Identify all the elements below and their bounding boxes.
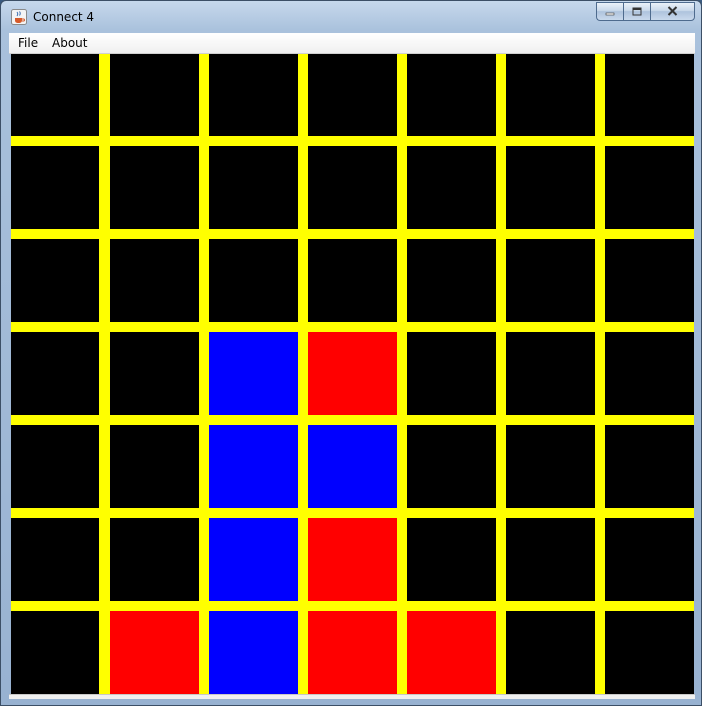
board-cell-empty[interactable] — [209, 146, 298, 229]
board-cell-red[interactable] — [110, 611, 199, 694]
board-cell-empty[interactable] — [110, 54, 199, 136]
board-cell-empty[interactable] — [506, 239, 595, 322]
board-cell-empty[interactable] — [110, 239, 199, 322]
app-window: Connect 4 File About — [0, 0, 702, 706]
board-cell-empty[interactable] — [110, 518, 199, 601]
caption-buttons — [596, 2, 695, 22]
board-cell-empty[interactable] — [407, 518, 496, 601]
board-cell-empty[interactable] — [407, 239, 496, 322]
board-cell-empty[interactable] — [308, 239, 397, 322]
board-cell-empty[interactable] — [209, 54, 298, 136]
board-cell-empty[interactable] — [506, 332, 595, 415]
board-cell-red[interactable] — [308, 518, 397, 601]
board-cell-empty[interactable] — [11, 239, 99, 322]
menu-bar: File About — [9, 33, 695, 54]
board-cell-empty[interactable] — [11, 425, 99, 508]
board-cell-empty[interactable] — [506, 518, 595, 601]
menu-about[interactable]: About — [52, 36, 87, 50]
board-cell-empty[interactable] — [11, 54, 99, 136]
board-cell-empty[interactable] — [11, 146, 99, 229]
board-cell-empty[interactable] — [11, 518, 99, 601]
board-cell-empty[interactable] — [506, 611, 595, 694]
board-cell-empty[interactable] — [407, 332, 496, 415]
close-icon — [667, 3, 678, 21]
title-bar[interactable]: Connect 4 — [1, 1, 701, 33]
board-cell-empty[interactable] — [209, 239, 298, 322]
board-cell-empty[interactable] — [506, 146, 595, 229]
board-cell-empty[interactable] — [605, 611, 694, 694]
board-cell-empty[interactable] — [110, 332, 199, 415]
board-cell-empty[interactable] — [605, 146, 694, 229]
board-cell-empty[interactable] — [308, 54, 397, 136]
game-board[interactable] — [11, 54, 694, 694]
close-button[interactable] — [650, 2, 695, 21]
board-cell-empty[interactable] — [605, 54, 694, 136]
board-cell-empty[interactable] — [308, 146, 397, 229]
maximize-icon — [632, 3, 642, 21]
board-cell-empty[interactable] — [506, 425, 595, 508]
board-cell-empty[interactable] — [506, 54, 595, 136]
window-bottom-edge — [9, 694, 695, 699]
board-cell-empty[interactable] — [11, 332, 99, 415]
board-cell-red[interactable] — [308, 332, 397, 415]
board-cell-empty[interactable] — [605, 239, 694, 322]
board-cell-empty[interactable] — [11, 611, 99, 694]
minimize-button[interactable] — [596, 2, 623, 21]
board-cell-blue[interactable] — [209, 332, 298, 415]
board-cell-empty[interactable] — [407, 54, 496, 136]
board-cell-blue[interactable] — [209, 518, 298, 601]
minimize-icon — [605, 3, 615, 21]
board-cell-red[interactable] — [407, 611, 496, 694]
menu-file[interactable]: File — [18, 36, 38, 50]
board-cell-empty[interactable] — [110, 146, 199, 229]
board-cell-empty[interactable] — [110, 425, 199, 508]
board-cell-empty[interactable] — [407, 146, 496, 229]
board-cell-empty[interactable] — [605, 332, 694, 415]
board-cell-blue[interactable] — [209, 425, 298, 508]
board-cell-empty[interactable] — [605, 518, 694, 601]
board-cell-red[interactable] — [308, 611, 397, 694]
maximize-button[interactable] — [623, 2, 650, 21]
java-coffee-cup-icon — [11, 9, 27, 25]
board-cell-empty[interactable] — [605, 425, 694, 508]
board-cell-empty[interactable] — [407, 425, 496, 508]
board-cell-blue[interactable] — [209, 611, 298, 694]
board-cell-blue[interactable] — [308, 425, 397, 508]
window-title: Connect 4 — [33, 10, 95, 24]
